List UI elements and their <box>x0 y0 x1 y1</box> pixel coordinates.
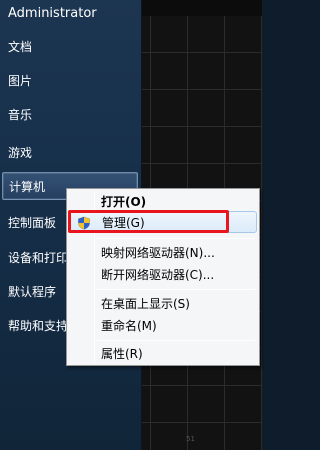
menu-item-map-network-drive[interactable]: 映射网络驱动器(N)... <box>69 242 257 264</box>
manage-highlight-box <box>68 210 229 233</box>
start-item-documents[interactable]: 文档 <box>2 33 138 61</box>
menu-separator <box>97 238 255 239</box>
start-item-music[interactable]: 音乐 <box>2 101 138 129</box>
user-name-link[interactable]: Administrator <box>2 0 138 28</box>
start-item-games[interactable]: 游戏 <box>2 139 138 167</box>
grid-footer-text: 51 <box>186 435 195 443</box>
menu-separator <box>97 289 255 290</box>
menu-item-rename[interactable]: 重命名(M) <box>69 315 257 337</box>
menu-item-disconnect-network-drive[interactable]: 断开网络驱动器(C)... <box>69 264 257 286</box>
menu-item-show-on-desktop[interactable]: 在桌面上显示(S) <box>69 293 257 315</box>
start-item-pictures[interactable]: 图片 <box>2 67 138 95</box>
menu-separator <box>97 340 255 341</box>
grid-top-strip <box>142 0 262 16</box>
menu-item-properties[interactable]: 属性(R) <box>69 343 257 365</box>
